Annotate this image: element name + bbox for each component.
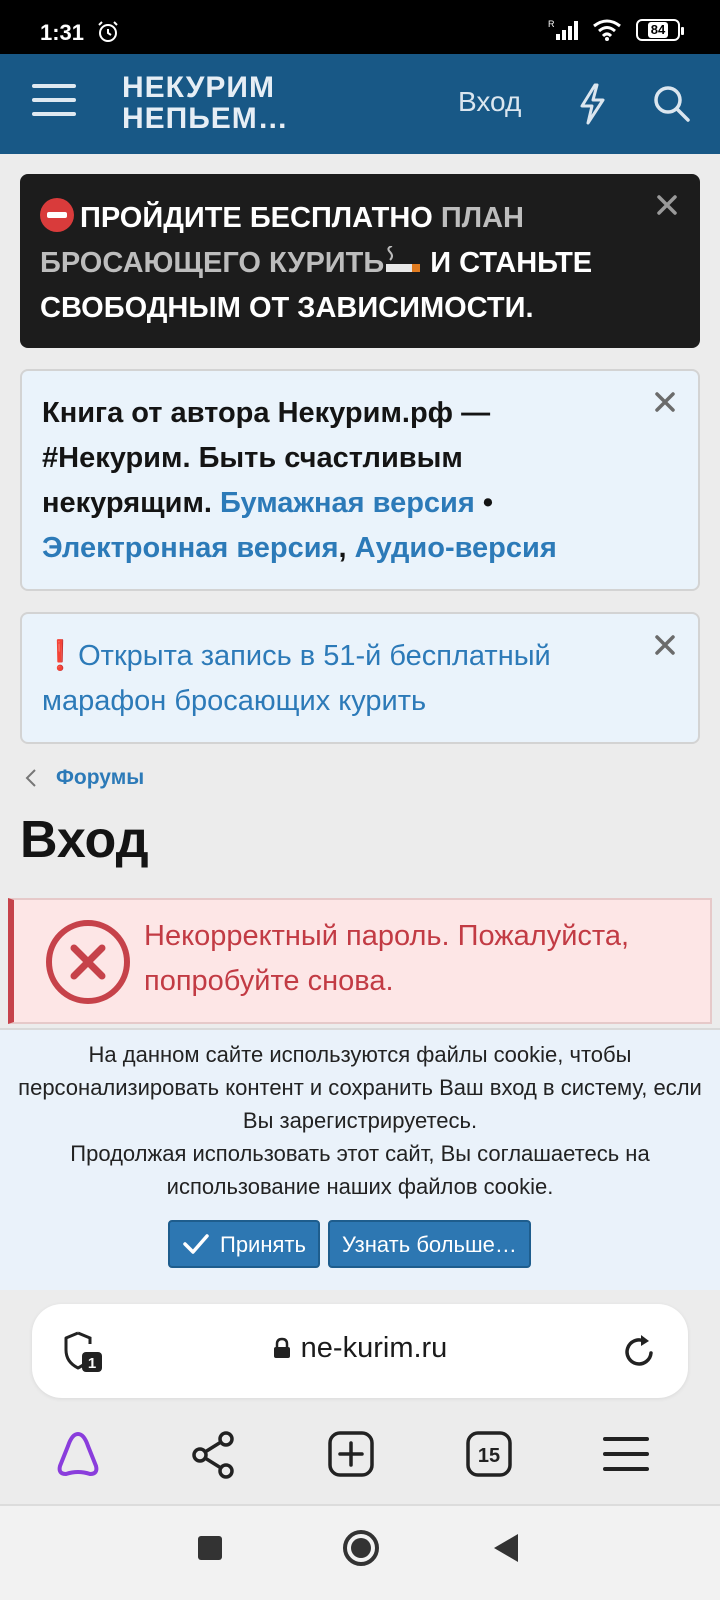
paper-version-link[interactable]: Бумажная версия (220, 487, 475, 519)
home-button[interactable] (343, 1530, 379, 1566)
error-icon (46, 920, 130, 1004)
lightning-icon[interactable] (575, 82, 609, 126)
back-button[interactable] (494, 1534, 518, 1562)
accept-label: Принять (220, 1231, 306, 1257)
recents-button[interactable] (198, 1536, 222, 1560)
battery-level: 84 (647, 22, 669, 38)
address-bar[interactable]: 1 ne-kurim.ru (32, 1304, 688, 1398)
logo-line-2: НЕПЬЕМ… (122, 102, 289, 135)
cellular-signal-icon: R (548, 19, 578, 40)
close-icon[interactable] (652, 190, 682, 220)
login-link[interactable]: Вход (458, 86, 521, 118)
book-notice: Книга от автора Некурим.рф — #Некурим. Б… (20, 369, 700, 591)
learn-more-label: Узнать больше… (341, 1231, 517, 1257)
no-entry-icon (40, 198, 74, 232)
logo-line-1: НЕКУРИМ (122, 71, 275, 104)
cigarette-icon (386, 246, 421, 272)
promo-notice: ПРОЙДИТЕ БЕСПЛАТНО ПЛАН БРОСАЮЩЕГО КУРИТ… (20, 174, 700, 348)
site-header: НЕКУРИМ НЕПЬЕМ… Вход (0, 54, 720, 154)
comma: , (338, 532, 347, 564)
chevron-left-icon (25, 769, 36, 787)
error-text: Некорректный пароль. Пожалуйста, попробу… (144, 920, 630, 997)
exclamation-icon: ❗ (42, 640, 79, 672)
status-bar: 1:31 R 84 (0, 0, 720, 54)
error-message: Некорректный пароль. Пожалуйста, попробу… (8, 898, 712, 1024)
browser-address-area: 1 ne-kurim.ru (0, 1290, 720, 1406)
alarm-icon (98, 21, 118, 42)
battery-icon: 84 (636, 19, 684, 41)
wifi-icon (593, 19, 621, 41)
marathon-notice: ❗Открыта запись в 51-й бесплатный марафо… (20, 612, 700, 744)
marathon-link[interactable]: Открыта запись в 51-й бесплатный марафон… (42, 640, 551, 717)
browser-toolbar: 15 (0, 1406, 720, 1506)
alice-assistant-icon[interactable] (54, 1430, 102, 1480)
check-icon (183, 1234, 209, 1254)
breadcrumb[interactable]: Форумы (24, 766, 144, 790)
url-text: ne-kurim.ru (300, 1332, 448, 1364)
browser-menu-icon[interactable] (602, 1430, 650, 1480)
lock-icon (273, 1337, 290, 1358)
svg-text:15: 15 (478, 1445, 500, 1467)
svg-text:R: R (548, 19, 555, 29)
page-title: Вход (20, 811, 149, 869)
site-logo[interactable]: НЕКУРИМ НЕПЬЕМ… (122, 72, 289, 134)
promo-text-1: ПРОЙДИТЕ БЕСПЛАТНО (80, 202, 433, 234)
clock: 1:31 (40, 20, 85, 45)
url-display[interactable]: ne-kurim.ru (32, 1332, 688, 1365)
share-icon[interactable] (190, 1430, 236, 1480)
audio-version-link[interactable]: Аудио-версия (355, 532, 557, 564)
system-navigation-bar (0, 1506, 720, 1600)
accept-cookies-button[interactable]: Принять (168, 1220, 320, 1268)
breadcrumb-forums[interactable]: Форумы (56, 766, 144, 790)
separator: • (482, 487, 494, 519)
cookie-text-1: На данном сайте используются файлы cooki… (18, 1042, 702, 1133)
close-icon[interactable] (650, 630, 680, 660)
menu-icon[interactable] (32, 84, 76, 124)
new-tab-icon[interactable] (327, 1430, 375, 1480)
close-icon[interactable] (650, 387, 680, 417)
cookie-text-2: Продолжая использовать этот сайт, Вы сог… (70, 1141, 650, 1199)
learn-more-button[interactable]: Узнать больше… (327, 1220, 531, 1268)
cookie-banner: На данном сайте используются файлы cooki… (0, 1028, 720, 1290)
reload-icon[interactable] (622, 1332, 658, 1370)
ebook-version-link[interactable]: Электронная версия (42, 532, 339, 564)
search-icon[interactable] (652, 82, 692, 126)
tabs-icon[interactable]: 15 (465, 1430, 513, 1480)
